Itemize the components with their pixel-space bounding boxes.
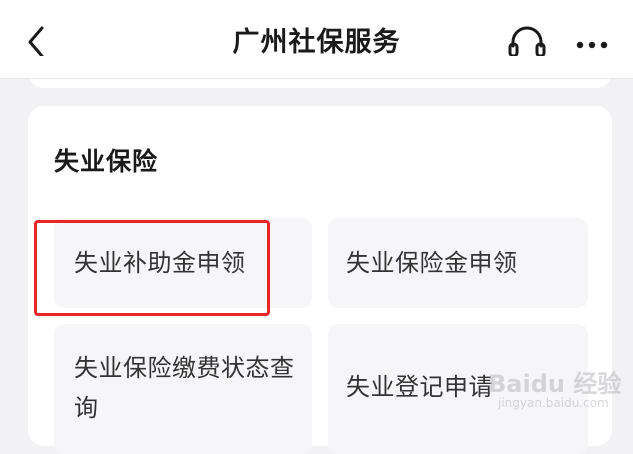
tile-label: 失业登记申请 bbox=[346, 373, 493, 401]
service-tile-unemployment-registration[interactable]: 失业登记申请 bbox=[328, 324, 588, 454]
unemployment-insurance-card: 失业保险 失业补助金申领 失业保险金申领 失业保险缴费状态查询 失业登记申请 bbox=[28, 106, 612, 454]
previous-card-bottom bbox=[28, 56, 612, 88]
service-tile-unemployment-benefit[interactable]: 失业保险金申领 bbox=[328, 218, 588, 308]
service-tile-unemployment-subsidy[interactable]: 失业补助金申领 bbox=[54, 218, 312, 308]
tile-label: 失业补助金申领 bbox=[74, 249, 246, 277]
tile-label: 失业保险金申领 bbox=[346, 249, 518, 277]
section-title: 失业保险 bbox=[54, 147, 159, 176]
service-tile-payment-status-query[interactable]: 失业保险缴费状态查询 bbox=[54, 324, 312, 454]
header-divider bbox=[0, 78, 633, 79]
tile-label: 失业保险缴费状态查询 bbox=[74, 354, 295, 422]
